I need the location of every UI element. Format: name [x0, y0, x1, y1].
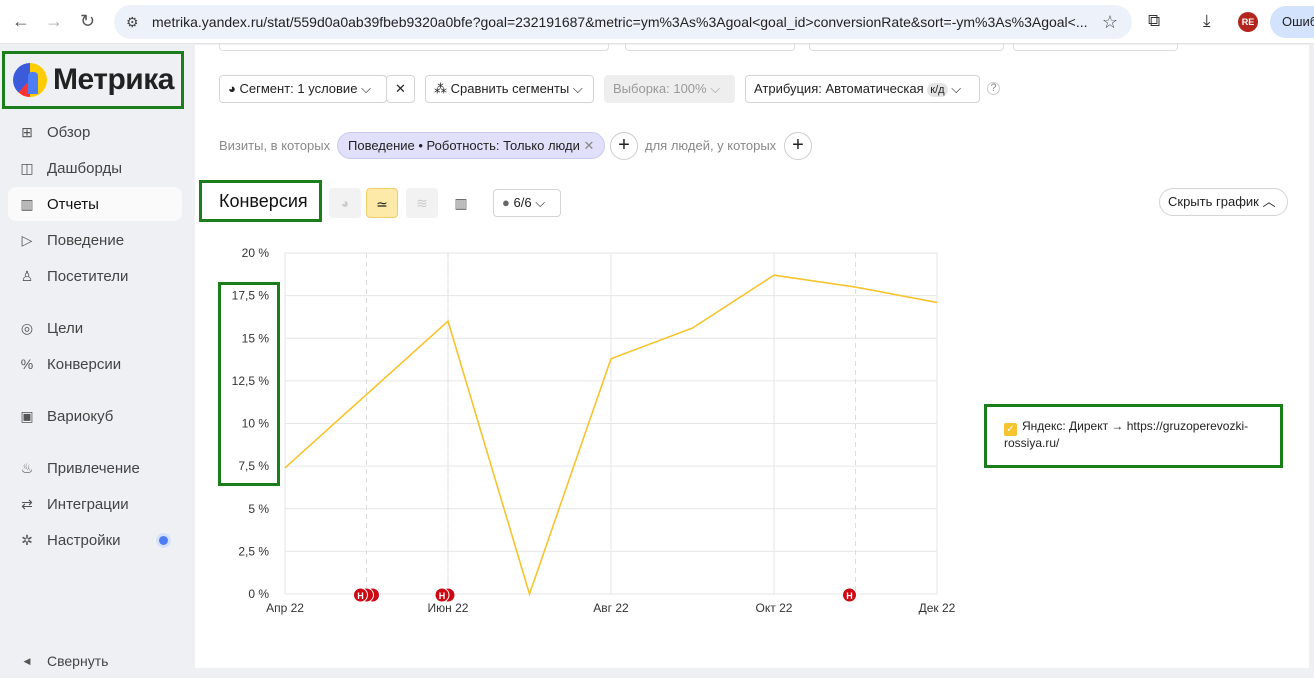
x-tick-label: Июн 22: [428, 601, 469, 615]
y-tick-label: 12,5 %: [232, 374, 270, 388]
y-tick-label: 2,5 %: [238, 544, 269, 558]
y-tick-label: 10 %: [242, 417, 270, 431]
annotation-marker-label: Н: [846, 591, 853, 601]
x-tick-label: Апр 22: [266, 601, 304, 615]
y-tick-label: 17,5 %: [232, 289, 270, 303]
y-tick-label: 0 %: [248, 587, 269, 601]
conversion-line-chart: 0 % 2,5 % 5 % 7,5 % 10 % 12,5 % 15 % 17,5 % 20 %…: [232, 246, 956, 615]
y-tick-label: 15 %: [242, 331, 270, 345]
x-tick-label: Окт 22: [756, 601, 793, 615]
y-tick-label: 5 %: [248, 502, 269, 516]
annotation-marker-label: Н: [439, 591, 446, 601]
x-tick-label: Дек 22: [919, 601, 956, 615]
y-tick-label: 7,5 %: [238, 459, 269, 473]
annotation-marker-label: Н: [357, 591, 364, 601]
x-tick-label: Авг 22: [593, 601, 629, 615]
y-tick-label: 20 %: [242, 246, 270, 260]
